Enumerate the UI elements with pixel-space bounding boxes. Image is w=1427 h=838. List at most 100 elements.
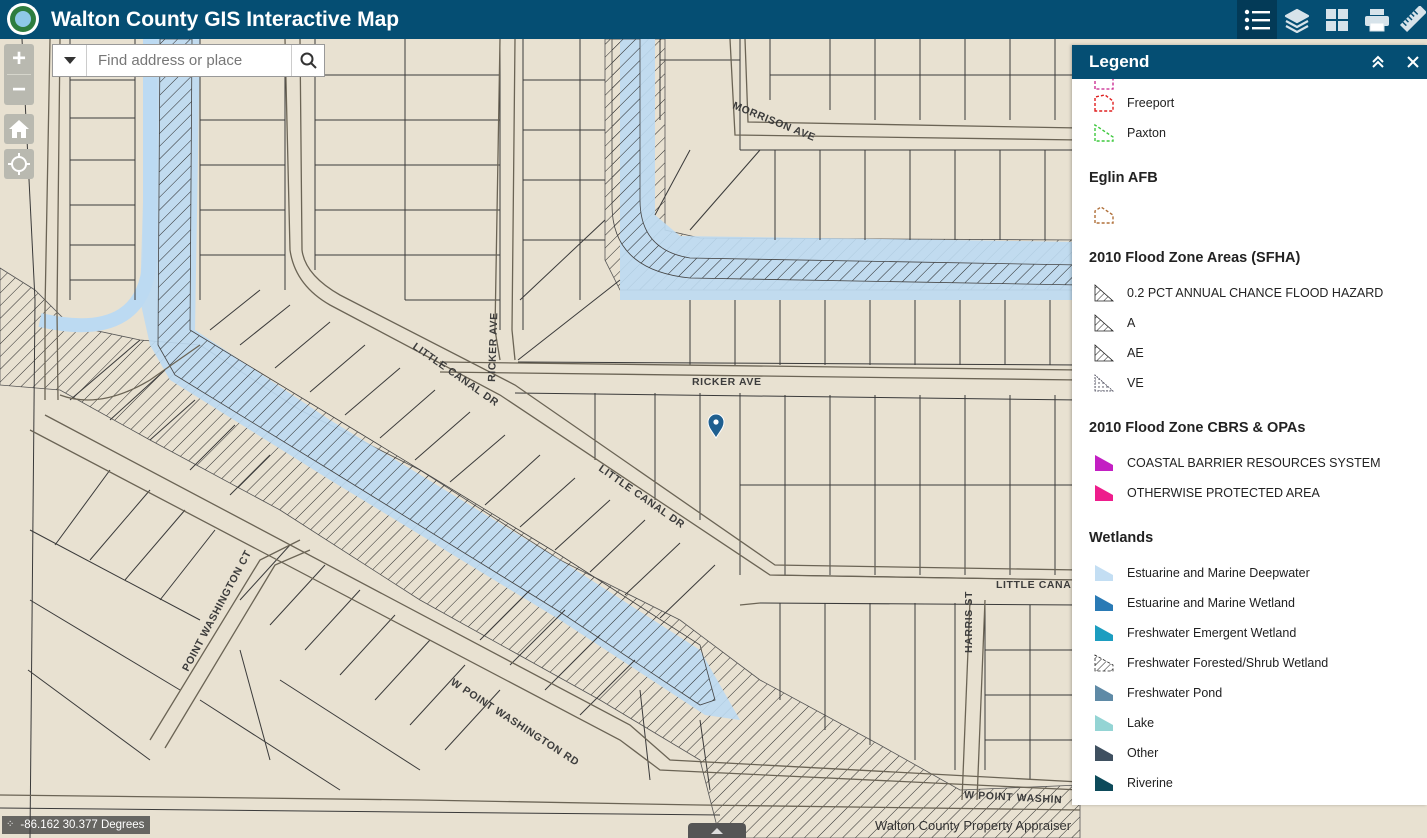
legend-title: Legend [1089,52,1150,71]
legend-item: COASTAL BARRIER RESOURCES SYSTEM [1093,451,1381,475]
close-icon [1407,56,1419,68]
hatch-swatch-icon [1094,654,1114,672]
legend-collapse-button[interactable] [1364,45,1392,79]
layers-icon [1284,8,1310,33]
hatch-swatch-icon [1094,314,1115,332]
legend-item: Estuarine and Marine Deepwater [1093,561,1310,585]
print-icon [1365,8,1389,31]
coordinate-display[interactable]: ⁘ -86.162 30.377 Degrees [2,816,151,834]
legend-item: Other [1093,741,1158,765]
legend-item-label: 0.2 PCT ANNUAL CHANCE FLOOD HAZARD [1127,286,1384,300]
legend-item-label: Freshwater Emergent Wetland [1127,626,1297,640]
app-window: MORRISON AVE RICKER AVE RICKER AVE LITTL… [0,0,1427,838]
legend-item: Freshwater Forested/Shrub Wetland [1093,651,1328,675]
legend-item-label: COASTAL BARRIER RESOURCES SYSTEM [1127,456,1381,470]
measure-ruler-icon [1399,5,1426,32]
app-title: Walton County GIS Interactive Map [51,8,400,31]
zoom-out-button[interactable]: − [4,75,34,105]
app-header: Walton County GIS Interactive Map [0,0,1427,39]
fill-swatch-icon [1095,775,1113,791]
map-attribution: Walton County Property Appraiser [875,818,1072,833]
legend-item-label: A [1127,316,1136,330]
legend-group-title: Wetlands [1089,530,1154,546]
search-widget [52,44,325,77]
crosshair-icon: ⁘ [6,819,15,830]
legend-item-label: Freeport [1127,96,1175,110]
coordinate-text: -86.162 30.377 Degrees [20,819,145,831]
legend-item-label: Freshwater Pond [1127,686,1223,700]
legend-item-label: Riverine [1127,776,1173,790]
county-logo [7,3,39,35]
legend-group-title: Eglin AFB [1089,170,1158,186]
home-button[interactable] [4,114,34,144]
legend-item-label: Lake [1127,716,1155,730]
hatch-swatch-icon [1094,344,1115,362]
fill-swatch-icon [1095,485,1113,501]
fill-swatch-icon [1095,685,1113,701]
legend-item-label: AE [1127,346,1144,360]
measure-button[interactable] [1397,0,1427,39]
legend-item-label: OTHERWISE PROTECTED AREA [1127,486,1320,500]
locate-button[interactable] [4,149,34,179]
fill-swatch-icon [1095,625,1113,641]
legend-item-freeport: Freeport [1093,91,1174,115]
legend-item: VE [1093,371,1144,395]
legend-item-label: Freshwater Forested/Shrub Wetland [1127,656,1329,670]
fill-swatch-icon [1095,455,1113,471]
legend-item-label: Paxton [1127,126,1166,140]
legend-item: Riverine [1093,771,1173,795]
bottom-panel-toggle[interactable] [688,823,746,838]
basemap-gallery-button[interactable] [1317,0,1357,39]
legend-panel: Legend Freeport Paxton Eglin AFB 2010 Fl… [1072,45,1427,805]
dashed-outline-swatch-icon [1094,79,1114,90]
legend-list-icon [1244,9,1270,30]
street-label: LITTLE CANA [996,579,1071,591]
dashed-outline-swatch-icon [1094,206,1114,224]
street-label: RICKER AVE [486,312,500,382]
fill-swatch-icon [1095,595,1113,611]
street-label: HARRIS ST [963,591,975,653]
legend-item: A [1093,311,1135,335]
street-label: RICKER AVE [692,376,762,388]
fill-swatch-icon [1095,745,1113,761]
basemap-gallery-icon [1326,8,1348,31]
legend-item: Freshwater Pond [1093,681,1222,705]
caret-down-icon [63,56,76,64]
legend-item-label: Estuarine and Marine Wetland [1127,596,1295,610]
legend-item: AE [1093,341,1144,365]
legend-item: OTHERWISE PROTECTED AREA [1093,481,1320,505]
double-chevron-up-icon [1372,55,1384,68]
zoom-control: + − [4,44,34,105]
search-input[interactable] [87,45,292,76]
legend-item-paxton: Paxton [1093,121,1166,145]
legend-item-eglin [1093,203,1115,227]
zoom-in-button[interactable]: + [4,44,34,74]
search-button[interactable] [291,45,324,76]
dots-swatch-icon [1094,374,1115,392]
fill-swatch-icon [1095,715,1113,731]
legend-item: Estuarine and Marine Wetland [1093,591,1295,615]
dashed-outline-swatch-icon [1094,94,1114,112]
chevron-up-icon [711,827,723,834]
legend-close-button[interactable] [1399,45,1427,79]
legend-item: Freshwater Emergent Wetland [1093,621,1296,645]
legend-body[interactable]: Freeport Paxton Eglin AFB 2010 Flood Zon… [1072,79,1427,805]
locate-crosshair-icon [8,153,30,175]
print-button[interactable] [1357,0,1397,39]
layers-button[interactable] [1277,0,1317,39]
legend-item: Lake [1093,711,1154,735]
legend-button[interactable] [1237,0,1277,39]
search-icon [300,52,317,69]
legend-group-title: 2010 Flood Zone CBRS & OPAs [1089,420,1306,436]
fill-swatch-icon [1095,565,1113,581]
home-icon [9,120,29,138]
hatch-swatch-icon [1094,284,1115,302]
legend-item: 0.2 PCT ANNUAL CHANCE FLOOD HAZARD [1093,281,1383,305]
legend-item-label: Estuarine and Marine Deepwater [1127,566,1310,580]
search-source-dropdown[interactable] [53,45,87,76]
legend-group-title: 2010 Flood Zone Areas (SFHA) [1089,250,1301,266]
legend-item-label: Other [1127,746,1159,760]
dashed-outline-swatch-icon [1094,123,1114,142]
legend-header: Legend [1072,45,1427,79]
legend-item-label: VE [1127,376,1144,390]
